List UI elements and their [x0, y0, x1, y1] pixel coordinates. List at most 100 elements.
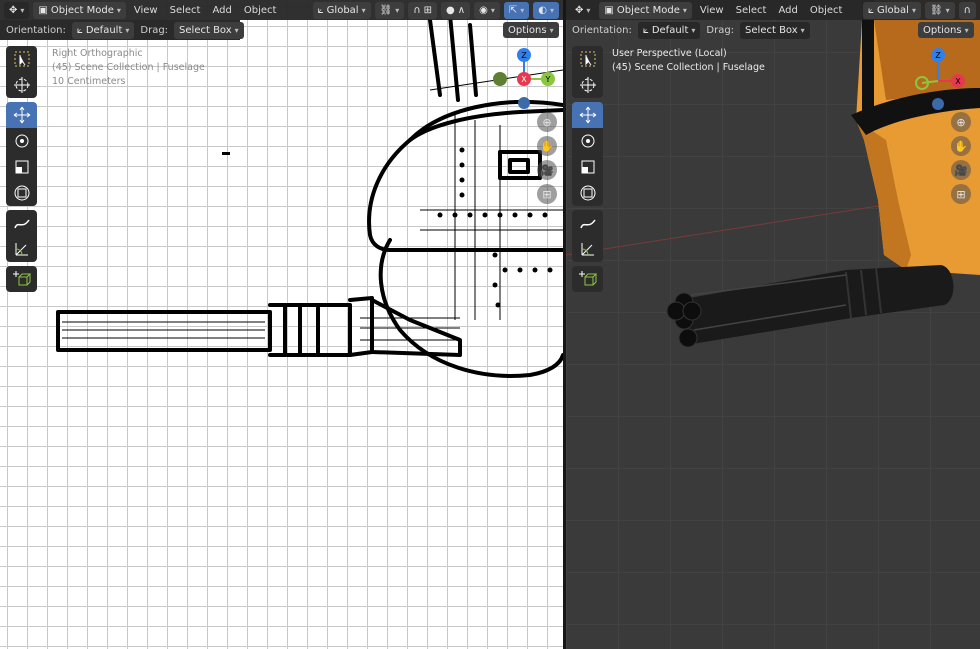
- orientation-value: Default: [85, 24, 123, 36]
- transform-orientation-label: Global: [326, 4, 359, 16]
- orientation-icon: ⟀: [76, 24, 83, 36]
- hand-icon: ✋: [540, 139, 554, 153]
- right-toolbar: [572, 46, 603, 292]
- zoom-button[interactable]: ⊕: [951, 112, 971, 132]
- annotate-tool[interactable]: [572, 210, 603, 236]
- transform-orientation-select[interactable]: ⟀ Global ▾: [863, 1, 921, 19]
- menu-object[interactable]: Object: [240, 5, 281, 16]
- measure-tool[interactable]: [572, 236, 603, 262]
- mode-select[interactable]: ▣ Object Mode ▾: [599, 1, 692, 19]
- rotate-icon: [581, 134, 594, 148]
- select-box-tool[interactable]: [572, 46, 603, 72]
- chevron-down-icon: ▾: [964, 25, 969, 35]
- annotate-tool[interactable]: [6, 210, 37, 236]
- chevron-down-icon: ▾: [361, 5, 366, 15]
- menu-select[interactable]: Select: [732, 5, 771, 16]
- magnet-icon: ∩: [963, 4, 971, 16]
- zoom-button[interactable]: ⊕: [537, 112, 557, 132]
- editor-type-button[interactable]: ✥ ▾: [4, 1, 30, 19]
- left-options-button[interactable]: Options ▾: [503, 22, 559, 38]
- chevron-down-icon: ▾: [490, 5, 495, 15]
- camera-icon: 🎥: [540, 163, 554, 177]
- camera-view-button[interactable]: 🎥: [537, 160, 557, 180]
- annotate-icon: [579, 219, 596, 229]
- overlay-toggle-button[interactable]: ◐ ▾: [533, 1, 559, 19]
- view-name: Right Orthographic: [52, 48, 143, 59]
- orientation-icon: ⟀: [868, 4, 875, 16]
- menu-view[interactable]: View: [130, 5, 162, 16]
- menu-object[interactable]: Object: [806, 5, 847, 16]
- move-tool[interactable]: [572, 102, 603, 128]
- chevron-down-icon: ▾: [520, 5, 525, 15]
- rotate-tool[interactable]: [572, 128, 603, 154]
- add-cube-tool[interactable]: [6, 266, 37, 292]
- chevron-down-icon: ▾: [586, 5, 591, 15]
- proportional-icon: ●: [446, 4, 455, 16]
- chevron-down-icon: ▾: [116, 5, 121, 15]
- orientation-select[interactable]: ⟀ Default ▾: [71, 21, 135, 39]
- drag-select[interactable]: Select Box ▾: [740, 21, 810, 39]
- mode-select-label: Object Mode: [616, 4, 680, 16]
- snap-button[interactable]: ∩ ⊞: [408, 1, 438, 19]
- move-tool[interactable]: [6, 102, 37, 128]
- menu-add[interactable]: Add: [208, 5, 235, 16]
- chevron-down-icon: ▾: [549, 5, 554, 15]
- perspective-toggle-button[interactable]: ⊞: [537, 184, 557, 204]
- pan-button[interactable]: ✋: [951, 136, 971, 156]
- add-cube-icon: [578, 271, 597, 286]
- left-toolbar: [6, 46, 37, 292]
- drag-select[interactable]: Select Box ▾: [174, 21, 244, 39]
- snap-button[interactable]: ∩: [958, 1, 976, 19]
- select-box-tool[interactable]: [6, 46, 37, 72]
- orientation-value: Default: [651, 24, 689, 36]
- snap-grid-icon: ⊞: [423, 4, 433, 16]
- orientation-select[interactable]: ⟀ Default ▾: [637, 21, 701, 39]
- left-tool-settings-bar: Orientation: ⟀ Default ▾ Drag: Select Bo…: [0, 20, 244, 40]
- perspective-toggle-button[interactable]: ⊞: [951, 184, 971, 204]
- link-icon: ⛓: [379, 4, 393, 16]
- chevron-down-icon: ▾: [234, 25, 239, 35]
- pan-button[interactable]: ✋: [537, 136, 557, 156]
- scale-tool[interactable]: [6, 154, 37, 180]
- proportional-edit-button[interactable]: ● ∧: [441, 1, 471, 19]
- add-cube-tool[interactable]: [572, 266, 603, 292]
- drag-value: Select Box: [179, 24, 232, 36]
- menu-select[interactable]: Select: [166, 5, 205, 16]
- editor-type-button[interactable]: ✥ ▾: [570, 1, 596, 19]
- options-label: Options: [508, 24, 547, 36]
- mode-select[interactable]: ▣ Object Mode ▾: [33, 1, 126, 19]
- cursor-tool[interactable]: [6, 72, 37, 98]
- chevron-down-icon: ▾: [691, 25, 696, 35]
- pivot-point-button[interactable]: ⛓ ▾: [924, 1, 955, 19]
- camera-view-button[interactable]: 🎥: [951, 160, 971, 180]
- transform-tool[interactable]: [572, 180, 603, 206]
- chevron-down-icon: ▾: [125, 25, 130, 35]
- scale-tool[interactable]: [572, 154, 603, 180]
- left-navigation-gizmo[interactable]: Z X Y: [490, 45, 563, 115]
- visibility-button[interactable]: ◉ ▾: [474, 1, 500, 19]
- drag-label: Drag:: [706, 24, 735, 36]
- transform-orientation-select[interactable]: ⟀ Global ▾: [312, 1, 371, 19]
- right-options-button[interactable]: Options ▾: [918, 22, 974, 38]
- gizmo-toggle-button[interactable]: ⇱ ▾: [503, 1, 530, 19]
- gizmo-y-label: Y: [545, 75, 551, 84]
- left-viewport[interactable]: ✥ ▾ ▣ Object Mode ▾ View Select Add Objec…: [0, 0, 563, 649]
- chevron-down-icon: ▾: [945, 5, 950, 15]
- move-icon: [13, 106, 30, 124]
- menu-add[interactable]: Add: [774, 5, 801, 16]
- right-viewport-header: ✥ ▾ ▣ Object Mode ▾ View Select Add Objec…: [566, 0, 980, 20]
- gizmo-x-label: X: [521, 75, 527, 84]
- gizmo-z-label: Z: [521, 51, 527, 60]
- rotate-tool[interactable]: [6, 128, 37, 154]
- overlay-icon: ◐: [538, 4, 547, 16]
- grid-scale: 10 Centimeters: [52, 76, 126, 87]
- right-viewport[interactable]: ✥ ▾ ▣ Object Mode ▾ View Select Add Objec…: [566, 0, 980, 649]
- right-navigation-gizmo[interactable]: Z X: [912, 45, 980, 115]
- measure-tool[interactable]: [6, 236, 37, 262]
- transform-tool[interactable]: [6, 180, 37, 206]
- pivot-point-button[interactable]: ⛓ ▾: [374, 1, 405, 19]
- cursor-tool[interactable]: [572, 72, 603, 98]
- magnet-icon: ∩: [413, 4, 421, 16]
- menu-view[interactable]: View: [696, 5, 728, 16]
- scale-icon: [15, 160, 28, 174]
